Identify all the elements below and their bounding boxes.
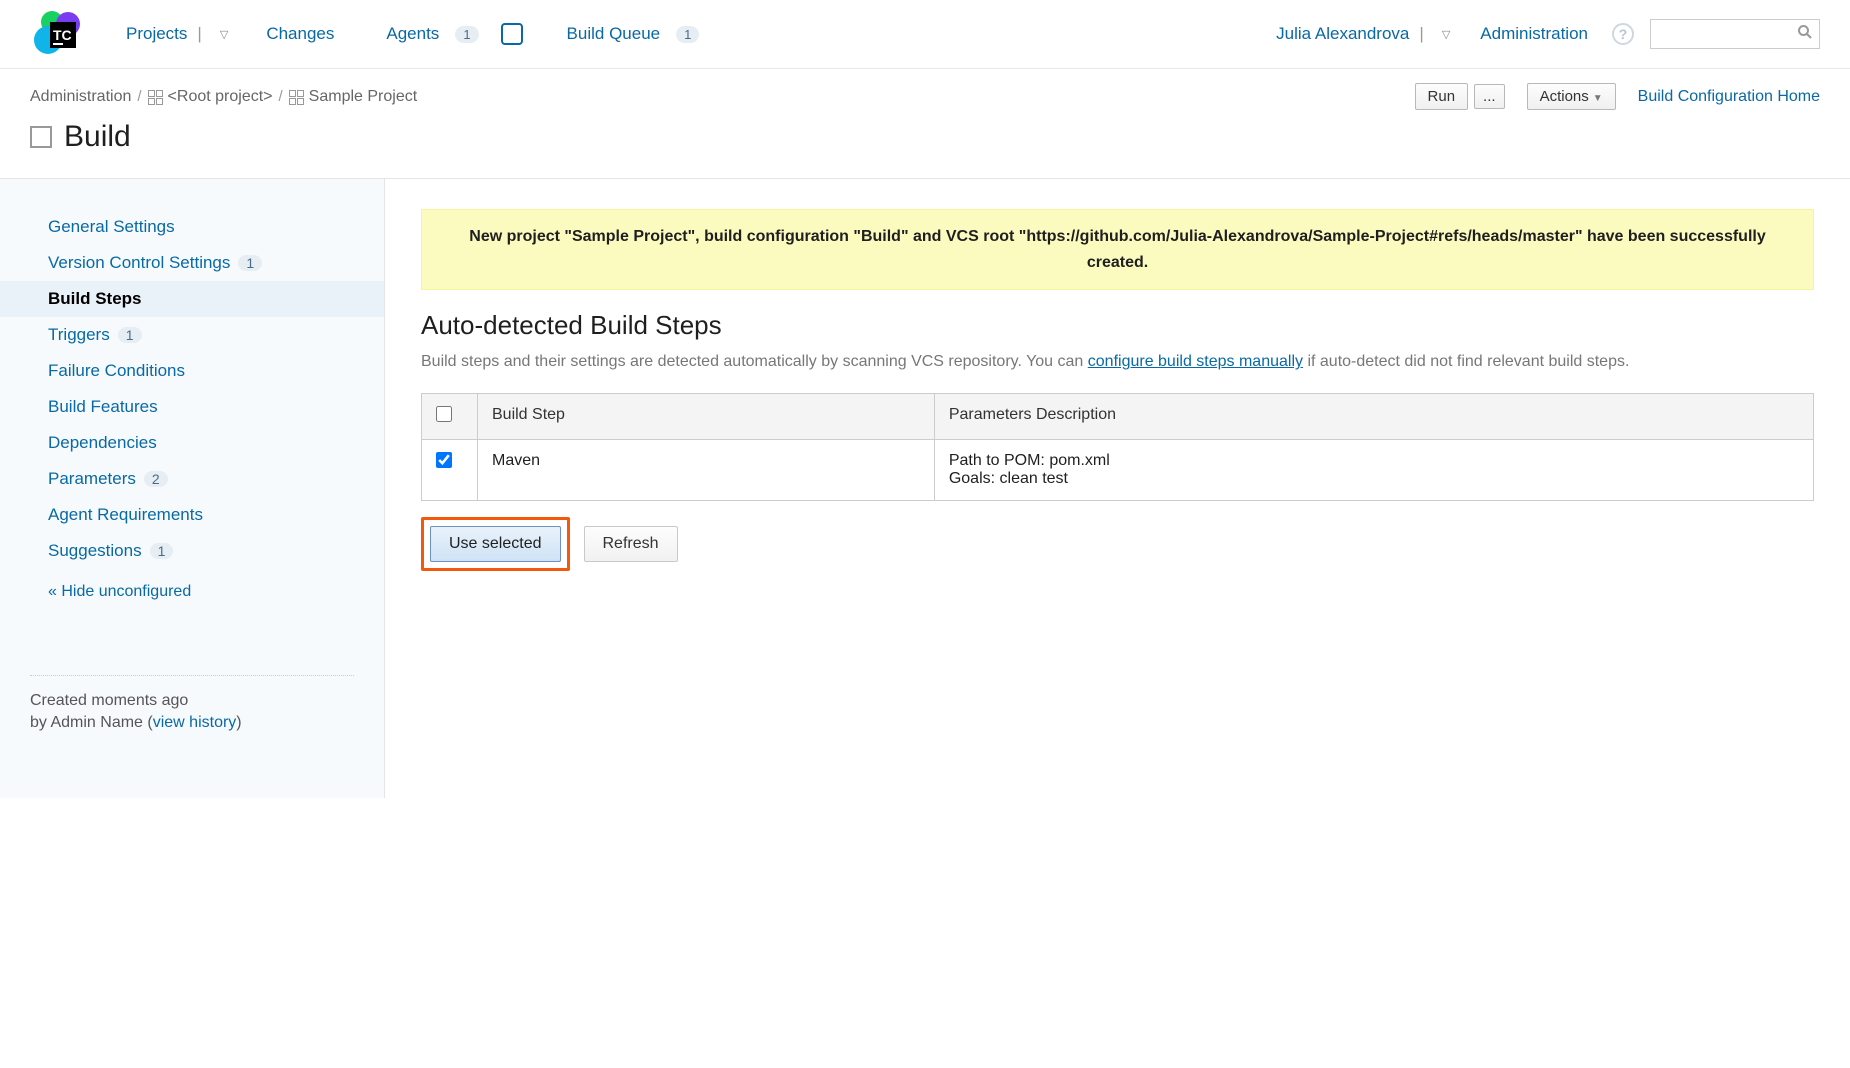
- run-button[interactable]: Run: [1415, 83, 1469, 110]
- build-config-home-link[interactable]: Build Configuration Home: [1638, 88, 1820, 106]
- box-icon[interactable]: [501, 23, 523, 45]
- sidebar-item-agent-requirements[interactable]: Agent Requirements: [0, 497, 384, 533]
- page-title-row: Build: [0, 110, 1850, 178]
- help-icon[interactable]: ?: [1612, 23, 1634, 45]
- topbar: TC Projects ▽ Changes Agents 1 Build Que…: [0, 0, 1850, 69]
- sidebar-item-suggestions[interactable]: Suggestions 1: [0, 533, 384, 569]
- created-info: Created moments ago: [30, 690, 354, 712]
- sidebar-item-build-features[interactable]: Build Features: [0, 389, 384, 425]
- breadcrumb-root[interactable]: <Root project>: [168, 88, 273, 106]
- sidebar-item-label: General Settings: [48, 217, 175, 237]
- main-content: New project "Sample Project", build conf…: [385, 179, 1850, 798]
- select-all-checkbox[interactable]: [436, 406, 452, 422]
- cell-build-step: Maven: [478, 439, 935, 500]
- actions-dropdown[interactable]: Actions▼: [1527, 83, 1616, 110]
- page-title: Build: [64, 120, 131, 154]
- nav-projects[interactable]: Projects: [118, 18, 212, 50]
- logo-icon: TC: [30, 10, 90, 58]
- run-more-button[interactable]: ...: [1474, 84, 1505, 109]
- table-row: MavenPath to POM: pom.xmlGoals: clean te…: [422, 439, 1814, 500]
- sidebar-item-count: 2: [144, 471, 168, 487]
- section-description: Build steps and their settings are detec…: [421, 349, 1814, 375]
- sidebar-item-count: 1: [118, 327, 142, 343]
- chevron-down-icon[interactable]: ▽: [1442, 28, 1450, 41]
- created-by: by Admin Name (: [30, 714, 153, 731]
- sidebar: General Settings Version Control Settings…: [0, 179, 385, 798]
- nav-build-queue[interactable]: Build Queue: [559, 18, 669, 50]
- sidebar-item-label: Failure Conditions: [48, 361, 185, 381]
- breadcrumb-admin[interactable]: Administration: [30, 88, 131, 106]
- sidebar-item-count: 1: [150, 543, 174, 559]
- sidebar-item-label: Dependencies: [48, 433, 157, 453]
- sidebar-meta: Created moments ago by Admin Name (view …: [30, 675, 354, 735]
- build-icon: [30, 126, 52, 148]
- sidebar-item-build-steps[interactable]: Build Steps: [0, 281, 384, 317]
- sidebar-item-label: Build Steps: [48, 289, 142, 309]
- row-checkbox[interactable]: [436, 452, 452, 468]
- chevron-down-icon: ▼: [1593, 93, 1603, 104]
- sidebar-item-label: Triggers: [48, 325, 110, 345]
- section-heading: Auto-detected Build Steps: [421, 310, 1814, 341]
- nav-user[interactable]: Julia Alexandrova: [1268, 18, 1434, 50]
- highlight-annotation: Use selected: [421, 517, 570, 571]
- nav-changes[interactable]: Changes: [258, 18, 342, 50]
- sidebar-item-label: Build Features: [48, 397, 158, 417]
- configure-manually-link[interactable]: configure build steps manually: [1088, 353, 1303, 370]
- sidebar-item-triggers[interactable]: Triggers 1: [0, 317, 384, 353]
- sidebar-item-version-control-settings[interactable]: Version Control Settings 1: [0, 245, 384, 281]
- sidebar-item-label: Agent Requirements: [48, 505, 203, 525]
- sidebar-item-label: Version Control Settings: [48, 253, 230, 273]
- col-parameters: Parameters Description: [934, 393, 1813, 439]
- search-input[interactable]: [1650, 19, 1820, 49]
- sidebar-item-general-settings[interactable]: General Settings: [0, 209, 384, 245]
- separator: /: [137, 88, 141, 105]
- view-history-link[interactable]: view history: [153, 714, 237, 731]
- cell-parameters: Path to POM: pom.xmlGoals: clean test: [934, 439, 1813, 500]
- breadcrumb-current: Sample Project: [309, 88, 418, 106]
- queue-count-badge: 1: [676, 26, 699, 43]
- hide-unconfigured-link[interactable]: « Hide unconfigured: [48, 583, 191, 600]
- col-build-step: Build Step: [478, 393, 935, 439]
- project-icon: [148, 90, 162, 104]
- nav-agents[interactable]: Agents: [378, 18, 447, 50]
- sidebar-item-label: Suggestions: [48, 541, 142, 561]
- svg-text:TC: TC: [53, 27, 72, 43]
- sidebar-item-failure-conditions[interactable]: Failure Conditions: [0, 353, 384, 389]
- sidebar-item-count: 1: [238, 255, 262, 271]
- use-selected-button[interactable]: Use selected: [430, 526, 561, 562]
- chevron-down-icon[interactable]: ▽: [220, 28, 228, 41]
- project-icon: [289, 90, 303, 104]
- agents-count-badge: 1: [455, 26, 478, 43]
- sidebar-item-label: Parameters: [48, 469, 136, 489]
- success-notice: New project "Sample Project", build conf…: [421, 209, 1814, 290]
- refresh-button[interactable]: Refresh: [584, 526, 678, 562]
- separator: /: [279, 88, 283, 105]
- build-steps-table: Build Step Parameters Description MavenP…: [421, 393, 1814, 501]
- search-icon: [1797, 24, 1813, 44]
- breadcrumb-row: Administration / <Root project> / Sample…: [0, 69, 1850, 110]
- sidebar-item-parameters[interactable]: Parameters 2: [0, 461, 384, 497]
- nav-administration[interactable]: Administration: [1472, 18, 1596, 50]
- sidebar-item-dependencies[interactable]: Dependencies: [0, 425, 384, 461]
